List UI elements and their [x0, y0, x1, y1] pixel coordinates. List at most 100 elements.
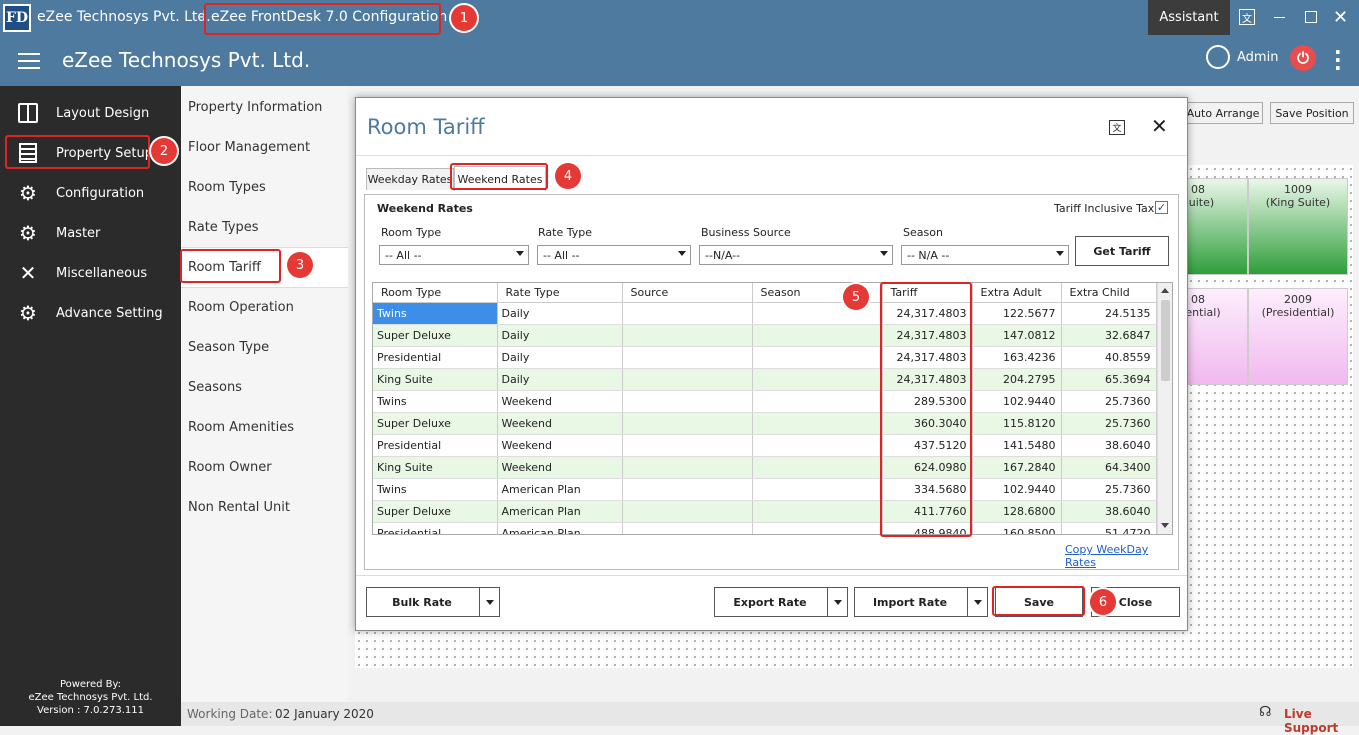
table-cell[interactable]: 24.5135 — [1061, 302, 1157, 325]
table-cell[interactable]: 64.3400 — [1061, 456, 1157, 479]
sidebar-item-advance-setting[interactable]: ⚙ Advance Setting — [0, 294, 181, 332]
table-row[interactable]: Twins Daily 24,317.4803 122.5677 24.5135 — [373, 302, 1157, 325]
table-cell[interactable]: Daily — [497, 302, 623, 325]
sidebar-item-miscellaneous[interactable]: ✕ Miscellaneous — [0, 254, 181, 292]
table-row[interactable]: Presidential Daily 24,317.4803 163.4236 40.8… — [373, 346, 1157, 369]
column-header[interactable]: Room Type — [373, 283, 498, 303]
table-cell[interactable] — [752, 324, 883, 347]
table-cell[interactable]: Presidential — [373, 346, 498, 369]
table-cell[interactable]: Twins — [373, 302, 498, 325]
copy-weekday-rates-link[interactable]: Copy WeekDay Rates — [1065, 543, 1178, 569]
table-cell[interactable]: Weekend — [497, 390, 623, 413]
column-header[interactable]: Extra Adult — [972, 283, 1062, 303]
table-cell[interactable] — [752, 346, 883, 369]
table-cell[interactable]: Daily — [497, 324, 623, 347]
export-rate-dropdown[interactable] — [827, 588, 847, 616]
table-cell[interactable] — [622, 324, 753, 347]
table-cell[interactable]: 102.9440 — [972, 390, 1062, 413]
user-avatar-icon[interactable] — [1206, 45, 1230, 69]
more-options-icon[interactable]: · · · — [1334, 42, 1342, 78]
table-cell[interactable] — [622, 434, 753, 457]
table-cell[interactable]: 51.4720 — [1061, 522, 1157, 534]
table-cell[interactable]: 38.6040 — [1061, 434, 1157, 457]
room-type-select[interactable]: -- All -- — [379, 245, 529, 265]
table-cell[interactable]: 204.2795 — [972, 368, 1062, 391]
column-header[interactable]: Rate Type — [497, 283, 623, 303]
table-cell[interactable]: Twins — [373, 390, 498, 413]
scroll-down-icon[interactable] — [1161, 523, 1169, 528]
table-cell[interactable] — [752, 522, 883, 534]
auto-arrange-button[interactable]: Auto Arrange — [1183, 102, 1263, 124]
table-cell[interactable]: 122.5677 — [972, 302, 1062, 325]
table-cell[interactable] — [622, 390, 753, 413]
column-header[interactable]: Extra Child — [1061, 283, 1157, 303]
table-row[interactable]: Presidential Weekend 437.5120 141.5480 38.60… — [373, 434, 1157, 457]
tariff-inclusive-checkbox[interactable]: ✓ — [1155, 201, 1168, 214]
bulk-rate-button[interactable]: Bulk Rate — [366, 587, 500, 617]
table-cell[interactable]: 65.3694 — [1061, 368, 1157, 391]
subnav-item-room-operation[interactable]: Room Operation — [188, 300, 294, 315]
table-cell[interactable] — [622, 522, 753, 534]
table-row[interactable]: Super Deluxe American Plan 411.7760 128.680… — [373, 500, 1157, 523]
subnav-item-floor-management[interactable]: Floor Management — [188, 140, 310, 155]
table-cell[interactable]: Weekend — [497, 412, 623, 435]
table-cell[interactable] — [622, 412, 753, 435]
table-cell[interactable]: Weekend — [497, 456, 623, 479]
dialog-close-icon[interactable]: ✕ — [1151, 114, 1168, 138]
table-row[interactable]: Super Deluxe Daily 24,317.4803 147.0812 32.6… — [373, 324, 1157, 347]
table-cell[interactable]: Presidential — [373, 522, 498, 534]
table-cell[interactable]: 38.6040 — [1061, 500, 1157, 523]
business-source-select[interactable]: --N/A-- — [699, 245, 893, 265]
maximize-button[interactable] — [1305, 11, 1317, 23]
table-cell[interactable] — [752, 368, 883, 391]
table-row[interactable]: Twins Weekend 289.5300 102.9440 25.7360 — [373, 390, 1157, 413]
subnav-item-seasons[interactable]: Seasons — [188, 380, 242, 395]
table-cell[interactable] — [752, 412, 883, 435]
bulk-rate-dropdown[interactable] — [479, 588, 499, 616]
table-cell[interactable]: 25.7360 — [1061, 412, 1157, 435]
hamburger-menu-icon[interactable] — [18, 53, 40, 69]
table-cell[interactable] — [752, 390, 883, 413]
subnav-item-room-amenities[interactable]: Room Amenities — [188, 420, 294, 435]
subnav-item-season-type[interactable]: Season Type — [188, 340, 269, 355]
language-icon[interactable]: 文 — [1109, 120, 1125, 135]
table-cell[interactable] — [622, 368, 753, 391]
table-cell[interactable]: Super Deluxe — [373, 500, 498, 523]
table-cell[interactable]: 128.6800 — [972, 500, 1062, 523]
grid-scrollbar[interactable] — [1157, 283, 1172, 534]
table-cell[interactable]: 167.2840 — [972, 456, 1062, 479]
table-row[interactable]: Super Deluxe Weekend 360.3040 115.8120 25.73… — [373, 412, 1157, 435]
table-cell[interactable]: 32.6847 — [1061, 324, 1157, 347]
rate-type-select[interactable]: -- All -- — [537, 245, 691, 265]
table-cell[interactable]: King Suite — [373, 456, 498, 479]
table-cell[interactable]: Weekend — [497, 434, 623, 457]
table-cell[interactable]: King Suite — [373, 368, 498, 391]
table-cell[interactable]: 160.8500 — [972, 522, 1062, 534]
scroll-thumb[interactable] — [1161, 300, 1170, 381]
table-row[interactable]: King Suite Weekend 624.0980 167.2840 64.3400 — [373, 456, 1157, 479]
import-rate-dropdown[interactable] — [967, 588, 987, 616]
table-cell[interactable] — [622, 346, 753, 369]
season-select[interactable]: -- N/A -- — [901, 245, 1069, 265]
table-cell[interactable] — [752, 456, 883, 479]
table-cell[interactable]: 141.5480 — [972, 434, 1062, 457]
table-row[interactable]: King Suite Daily 24,317.4803 204.2795 65.369… — [373, 368, 1157, 391]
subnav-item-non-rental-unit[interactable]: Non Rental Unit — [188, 500, 290, 515]
close-window-button[interactable]: ✕ — [1333, 7, 1348, 28]
power-icon[interactable]: ⏻ — [1290, 45, 1316, 71]
table-cell[interactable] — [622, 302, 753, 325]
room-tile[interactable]: 2009 (Presidential) — [1248, 288, 1348, 385]
table-cell[interactable] — [622, 478, 753, 501]
column-header[interactable]: Source — [622, 283, 753, 303]
table-cell[interactable]: American Plan — [497, 500, 623, 523]
table-cell[interactable]: 102.9440 — [972, 478, 1062, 501]
table-cell[interactable]: Daily — [497, 368, 623, 391]
minimize-button[interactable] — [1274, 17, 1285, 18]
tab-weekday-rates[interactable]: Weekday Rates — [366, 168, 454, 190]
table-cell[interactable]: Super Deluxe — [373, 412, 498, 435]
subnav-item-property-information[interactable]: Property Information — [188, 100, 322, 115]
get-tariff-button[interactable]: Get Tariff — [1075, 236, 1169, 266]
table-cell[interactable]: American Plan — [497, 522, 623, 534]
table-cell[interactable] — [752, 500, 883, 523]
table-cell[interactable]: Presidential — [373, 434, 498, 457]
